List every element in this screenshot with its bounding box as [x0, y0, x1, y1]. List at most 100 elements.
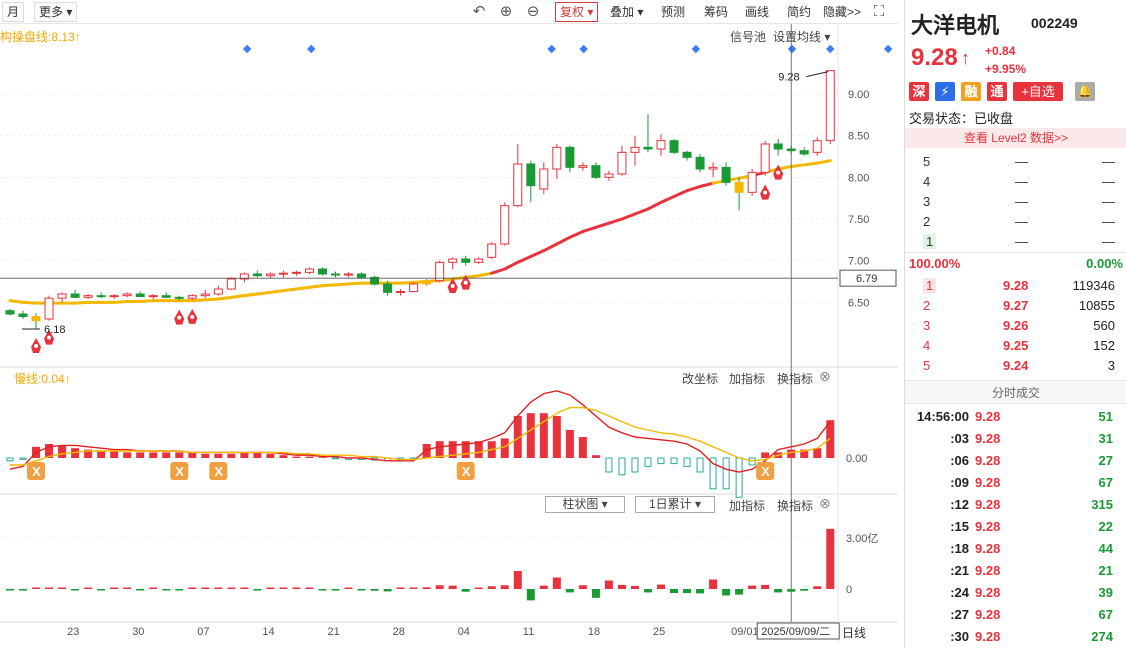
add-indicator-button[interactable]: 加指标: [729, 370, 765, 387]
bid-vol: 10855: [1078, 298, 1115, 313]
overlay-dropdown[interactable]: 叠加 ▾: [606, 2, 647, 22]
ask-level: 1: [923, 234, 937, 249]
last-price: 9.28: [911, 44, 958, 71]
kline-chart-area[interactable]: 月 更多 ▾ ↶ ⊕ ⊖ 复权 ▾ 叠加 ▾ 预测 筹码 画线 简约 隐藏>> …: [0, 0, 898, 648]
zoom-in-icon[interactable]: ⊕: [497, 3, 515, 21]
accumulate-select[interactable]: 1日累计 ▾: [635, 496, 715, 513]
volume-bar: [305, 587, 314, 589]
macd-bar: [474, 441, 483, 458]
crosshair-price-label: 6.79: [856, 273, 877, 285]
ask-row: 5 — —: [905, 152, 1126, 172]
tag-lightning-icon[interactable]: ⚡: [935, 82, 955, 101]
draw-button[interactable]: 画线: [741, 2, 773, 22]
volume-switch-indicator-button[interactable]: 换指标: [777, 497, 813, 514]
macd-bar: [227, 453, 236, 458]
x-signal-glyph: X: [761, 464, 770, 479]
candle-body: [526, 163, 536, 187]
up-arrow-icon: ↑: [961, 48, 970, 68]
alert-bell-icon[interactable]: 🔔: [1075, 82, 1095, 101]
close-volume-icon[interactable]: ⊗: [819, 495, 831, 512]
buy-sell-ratio: 100.00% 0.00%: [905, 254, 1126, 274]
tick-time: :30: [950, 629, 969, 644]
ma-line-segment: [216, 295, 233, 301]
tick-vol: 21: [1098, 563, 1113, 578]
candle-body: [357, 273, 367, 278]
tag-shen[interactable]: 深: [909, 82, 929, 101]
rocket-window: [463, 280, 468, 285]
fuquan-dropdown[interactable]: 复权 ▾: [555, 2, 599, 22]
ask-price: —: [1015, 194, 1028, 209]
volume-chart-type-select[interactable]: 柱状图 ▾: [545, 496, 625, 513]
candle-body: [18, 313, 28, 317]
tick-price: 9.28: [975, 409, 1001, 424]
candle-body: [773, 143, 783, 150]
macd-bar: [526, 413, 535, 458]
tick-time: :27: [950, 607, 969, 622]
bid-price: 9.28: [1003, 278, 1029, 293]
macd-bar: [305, 456, 314, 458]
macd-bar: [292, 456, 301, 458]
volume-bar: [331, 589, 340, 591]
candle-body: [682, 151, 692, 158]
candle-body: [5, 310, 15, 315]
switch-indicator-button[interactable]: 换指标: [777, 370, 813, 387]
tag-tong[interactable]: 通: [987, 82, 1007, 101]
tick-time: :21: [950, 563, 969, 578]
signal-diamond: [787, 44, 797, 54]
volume-bar: [657, 584, 665, 589]
candle-body: [656, 140, 666, 150]
volume-bar: [136, 589, 145, 591]
more-dropdown[interactable]: 更多 ▾: [34, 2, 78, 22]
volume-bar: [526, 589, 535, 601]
macd-fast-line: [9, 390, 831, 473]
bid-vol: 560: [1093, 318, 1115, 333]
hide-button[interactable]: 隐藏>>: [819, 2, 865, 22]
rocket-window: [763, 190, 768, 195]
fullscreen-icon[interactable]: ⛶: [870, 3, 888, 21]
undo-icon[interactable]: ↶: [470, 3, 488, 21]
tag-rong[interactable]: 融: [961, 82, 981, 101]
volume-add-indicator-button[interactable]: 加指标: [729, 497, 765, 514]
ma-line-segment: [399, 280, 416, 285]
candle-body: [57, 293, 67, 299]
volume-bar: [826, 528, 835, 589]
volume-bar: [162, 589, 171, 591]
macd-bar: [110, 451, 119, 458]
period-label: 日线: [842, 626, 867, 640]
macd-bar: [631, 457, 639, 473]
period-button[interactable]: 月: [2, 2, 25, 22]
simple-button[interactable]: 简约: [783, 2, 815, 22]
candle-body: [812, 140, 822, 153]
signal-pool-link[interactable]: 信号池: [730, 28, 766, 45]
ma-line-segment: [516, 255, 533, 264]
ask-level: 2: [923, 214, 931, 229]
candle-body: [252, 273, 262, 277]
tick-vol: 27: [1098, 453, 1113, 468]
ma-line-segment: [815, 159, 832, 165]
zoom-out-icon[interactable]: ⊖: [524, 3, 542, 21]
candle-body: [161, 295, 171, 298]
ma-line-segment: [229, 294, 246, 299]
change-axis-button[interactable]: 改坐标: [682, 370, 718, 387]
kline-svg[interactable]: 9.00 8.50 8.00 7.50 7.00 6.50 9.28 6.18 6.79 0.00…: [0, 24, 898, 648]
ma-line-segment: [281, 287, 298, 293]
ma-line-segment: [307, 284, 324, 289]
ma-line-segment: [334, 282, 351, 287]
x-axis-label: 30: [132, 626, 144, 638]
candle-body: [226, 278, 236, 290]
macd-bar: [500, 438, 509, 458]
ma-line-segment: [581, 225, 598, 233]
forecast-button[interactable]: 预测: [657, 2, 689, 22]
ma-line-segment: [542, 242, 559, 253]
candle-body: [695, 156, 705, 170]
level2-link[interactable]: 查看 Level2 数据>>: [905, 128, 1126, 148]
tick-row: 14:56:00 9.28 51: [905, 406, 1126, 428]
volume-bar: [97, 589, 106, 591]
chips-button[interactable]: 筹码: [700, 2, 732, 22]
macd-bar: [709, 457, 717, 490]
close-indicator-icon[interactable]: ⊗: [819, 368, 831, 385]
candle-body: [578, 165, 588, 168]
set-ma-dropdown[interactable]: 设置均线 ▾: [773, 28, 830, 45]
trade-status: 交易状态：已收盘: [909, 111, 1014, 126]
add-watchlist-button[interactable]: +自选: [1013, 82, 1063, 101]
